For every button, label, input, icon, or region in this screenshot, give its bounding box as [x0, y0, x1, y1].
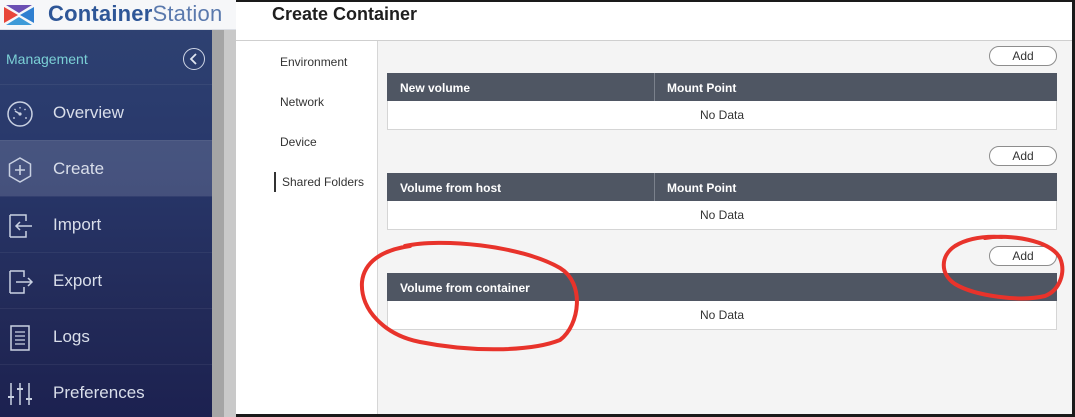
add-host-volume-button[interactable]: Add — [989, 146, 1057, 166]
chevron-left-icon — [189, 53, 197, 65]
sidebar-item-import[interactable]: Import — [0, 196, 212, 252]
volume-from-container-table: Volume from container No Data — [387, 273, 1057, 330]
volume-from-host-table: Volume from host Mount Point No Data — [387, 173, 1057, 230]
menu-item-environment[interactable]: Environment — [280, 55, 347, 69]
plus-circle-icon — [8, 157, 32, 183]
column-header: Mount Point — [667, 181, 737, 195]
table-header: Volume from host Mount Point — [387, 173, 1057, 201]
collapse-sidebar-button[interactable] — [183, 48, 205, 70]
sidebar-item-logs[interactable]: Logs — [0, 308, 212, 364]
add-new-volume-button[interactable]: Add — [989, 46, 1057, 66]
menu-item-device[interactable]: Device — [280, 135, 317, 149]
dashboard-gauge-icon — [7, 101, 33, 127]
dialog-frame-top — [236, 0, 1075, 2]
sidebar-item-label: Overview — [53, 103, 124, 122]
sidebar-item-label: Import — [53, 215, 102, 234]
empty-row: No Data — [387, 201, 1057, 230]
column-divider — [654, 173, 655, 201]
document-list-icon — [10, 325, 30, 351]
sidebar-item-label: Export — [53, 271, 103, 290]
column-header: Volume from container — [400, 281, 530, 295]
import-arrow-icon — [9, 214, 32, 238]
scrollbar-thumb[interactable] — [212, 30, 224, 417]
sliders-icon — [8, 383, 32, 405]
menu-item-shared-folders[interactable]: Shared Folders — [274, 172, 364, 192]
container-station-logo-icon — [4, 5, 34, 25]
shared-folders-panel: Add New volume Mount Point No Data Add V… — [378, 41, 1072, 414]
column-header: New volume — [400, 81, 471, 95]
column-divider — [654, 73, 655, 101]
new-volume-table: New volume Mount Point No Data — [387, 73, 1057, 130]
sidebar-item-label: Preferences — [53, 383, 145, 402]
export-arrow-icon — [9, 270, 34, 294]
column-header: Mount Point — [667, 81, 737, 95]
column-header: Volume from host — [400, 181, 502, 195]
table-header: New volume Mount Point — [387, 73, 1057, 101]
app-name: ContainerStation — [48, 1, 223, 26]
sidebar-item-label: Create — [53, 159, 105, 178]
table-header: Volume from container — [387, 273, 1057, 301]
empty-row: No Data — [387, 301, 1057, 330]
sidebar-item-preferences[interactable]: Preferences — [0, 364, 212, 417]
app-sidebar: Management Overview Create Import Export… — [0, 0, 212, 417]
sidebar-item-export[interactable]: Export — [0, 252, 212, 308]
section-label: Management — [6, 51, 88, 67]
add-container-volume-button[interactable]: Add — [989, 246, 1057, 266]
sidebar-item-overview[interactable]: Overview — [0, 84, 212, 140]
dialog-side-menu: Environment Network Device Shared Folder… — [236, 41, 377, 414]
app-logo-bar: ContainerStation — [0, 0, 236, 30]
management-header: Management — [0, 44, 212, 76]
sidebar-item-create[interactable]: Create — [0, 140, 212, 196]
empty-row: No Data — [387, 101, 1057, 130]
sidebar-item-label: Logs — [53, 327, 90, 346]
sidebar-scrollbar[interactable] — [212, 30, 236, 417]
menu-item-network[interactable]: Network — [280, 95, 324, 109]
dialog-title: Create Container — [272, 4, 418, 24]
